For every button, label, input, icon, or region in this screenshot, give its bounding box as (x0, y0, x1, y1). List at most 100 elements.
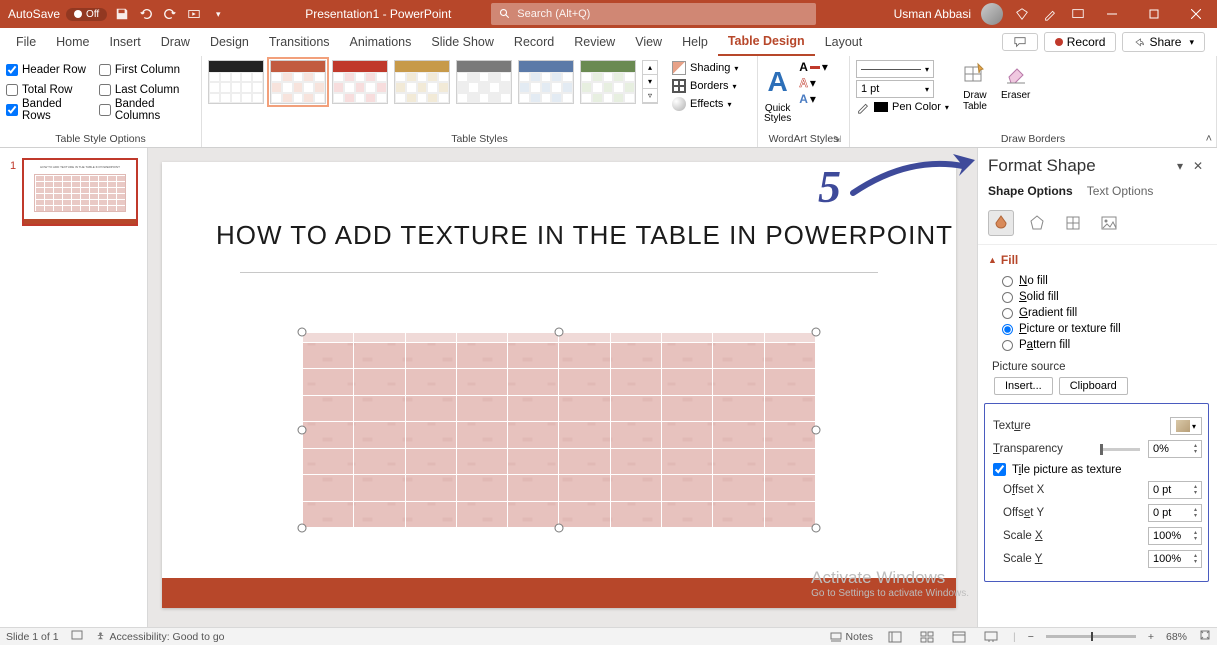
tab-table-design[interactable]: Table Design (718, 28, 815, 56)
zoom-in-button[interactable]: + (1148, 631, 1154, 643)
redo-icon[interactable] (161, 5, 179, 23)
offset-y-input[interactable]: 0 pt▴▾ (1148, 504, 1202, 522)
comments-button[interactable] (1002, 33, 1038, 51)
zoom-slider[interactable] (1046, 635, 1136, 638)
table-style-thumb[interactable] (332, 60, 388, 104)
tab-slideshow[interactable]: Slide Show (421, 28, 504, 56)
pen-weight-dropdown[interactable]: 1 pt▾ (856, 80, 934, 98)
tab-record[interactable]: Record (504, 28, 564, 56)
notes-button[interactable]: Notes (830, 631, 873, 643)
radio-picture-fill[interactable]: Picture or texture fill (988, 321, 1209, 337)
user-name[interactable]: Usman Abbasi (894, 7, 971, 21)
table-style-thumb[interactable] (394, 60, 450, 104)
radio-solid-fill[interactable]: Solid fill (988, 289, 1209, 305)
tab-transitions[interactable]: Transitions (259, 28, 340, 56)
autosave-toggle[interactable]: Off (66, 8, 107, 21)
check-total-row[interactable]: Total Row (6, 80, 87, 100)
radio-pattern-fill[interactable]: Pattern fill (988, 337, 1209, 353)
effects-icon[interactable] (1024, 210, 1050, 236)
resize-handle[interactable] (812, 426, 821, 435)
pane-dropdown-icon[interactable]: ▾ (1171, 157, 1189, 175)
table-styles-scroll[interactable]: ▴▾▿ (642, 60, 658, 104)
resize-handle[interactable] (555, 328, 564, 337)
slide-title[interactable]: HOW TO ADD TEXTURE IN THE TABLE IN POWER… (216, 220, 953, 251)
slide-thumbnail-1[interactable]: 1 HOW TO ADD TEXTURE IN THE TABLE IN POW… (22, 158, 138, 226)
slide-counter[interactable]: Slide 1 of 1 (6, 631, 59, 643)
wordart-dialog-launcher[interactable]: ⇲ (833, 134, 841, 145)
size-properties-icon[interactable] (1060, 210, 1086, 236)
table-style-thumb[interactable] (208, 60, 264, 104)
table-style-thumb[interactable] (580, 60, 636, 104)
tab-help[interactable]: Help (672, 28, 718, 56)
radio-gradient-fill[interactable]: Gradient fill (988, 305, 1209, 321)
selected-table[interactable] (302, 332, 816, 528)
check-banded-rows[interactable]: Banded Rows (6, 100, 87, 120)
diamond-icon[interactable] (1013, 5, 1031, 23)
transparency-input[interactable]: 0%▴▾ (1148, 440, 1202, 458)
maximize-button[interactable] (1133, 0, 1175, 28)
check-banded-columns[interactable]: Banded Columns (99, 100, 195, 120)
fill-section-header[interactable]: ▲Fill (988, 253, 1209, 267)
pen-mode-icon[interactable] (1041, 5, 1059, 23)
offset-x-input[interactable]: 0 pt▴▾ (1148, 481, 1202, 499)
eraser-button[interactable]: Eraser (1001, 60, 1030, 101)
record-button[interactable]: Record (1044, 32, 1117, 52)
quick-styles-button[interactable]: A Quick Styles (764, 60, 791, 124)
draw-table-button[interactable]: Draw Table (961, 60, 989, 112)
scale-x-input[interactable]: 100%▴▾ (1148, 527, 1202, 545)
table-style-thumb[interactable] (456, 60, 512, 104)
search-box[interactable] (491, 3, 816, 25)
pane-close-icon[interactable]: ✕ (1189, 157, 1207, 175)
tab-file[interactable]: File (6, 28, 46, 56)
start-from-beginning-icon[interactable] (185, 5, 203, 23)
effects-button[interactable]: Effects ▾ (670, 96, 740, 112)
normal-view-icon[interactable] (885, 630, 905, 644)
save-icon[interactable] (113, 5, 131, 23)
tab-design[interactable]: Design (200, 28, 259, 56)
tab-animations[interactable]: Animations (340, 28, 422, 56)
resize-handle[interactable] (812, 328, 821, 337)
insert-picture-button[interactable]: Insert... (994, 377, 1053, 395)
search-input[interactable] (517, 8, 808, 20)
text-outline-button[interactable]: A▾ (799, 76, 828, 90)
zoom-out-button[interactable]: − (1028, 631, 1034, 643)
slideshow-view-icon[interactable] (981, 630, 1001, 644)
accessibility-status[interactable]: Accessibility: Good to go (95, 631, 225, 643)
minimize-button[interactable] (1091, 0, 1133, 28)
radio-no-fill[interactable]: No fill (988, 273, 1209, 289)
qat-more-icon[interactable]: ▾ (209, 5, 227, 23)
fit-to-window-icon[interactable] (1199, 629, 1211, 644)
tab-draw[interactable]: Draw (151, 28, 200, 56)
resize-handle[interactable] (555, 524, 564, 533)
tab-layout[interactable]: Layout (815, 28, 873, 56)
resize-handle[interactable] (298, 426, 307, 435)
table-style-thumb[interactable] (518, 60, 574, 104)
resize-handle[interactable] (812, 524, 821, 533)
pen-color-button[interactable]: Pen Color ▾ (856, 100, 949, 114)
resize-handle[interactable] (298, 524, 307, 533)
fill-line-icon[interactable] (988, 210, 1014, 236)
tile-as-texture-checkbox[interactable]: Tile picture as texture (993, 463, 1202, 476)
texture-dropdown[interactable]: ▾ (1170, 417, 1202, 435)
zoom-level[interactable]: 68% (1166, 631, 1187, 643)
user-avatar[interactable] (981, 3, 1003, 25)
resize-handle[interactable] (298, 328, 307, 337)
close-button[interactable] (1175, 0, 1217, 28)
app-window-icon[interactable] (1069, 5, 1087, 23)
check-first-column[interactable]: First Column (99, 60, 195, 80)
tab-view[interactable]: View (625, 28, 672, 56)
text-effects-button[interactable]: A▾ (799, 92, 828, 106)
slide[interactable]: HOW TO ADD TEXTURE IN THE TABLE IN POWER… (162, 162, 956, 608)
undo-icon[interactable] (137, 5, 155, 23)
share-button[interactable]: Share (1122, 32, 1205, 52)
text-options-tab[interactable]: Text Options (1087, 184, 1154, 198)
collapse-ribbon-icon[interactable]: ˄ (1206, 133, 1212, 145)
transparency-slider[interactable] (1100, 448, 1140, 451)
clipboard-button[interactable]: Clipboard (1059, 377, 1128, 395)
tab-home[interactable]: Home (46, 28, 99, 56)
borders-button[interactable]: Borders ▾ (670, 78, 740, 94)
table-style-thumb-selected[interactable] (270, 60, 326, 104)
shape-options-tab[interactable]: Shape Options (988, 184, 1073, 198)
reading-view-icon[interactable] (949, 630, 969, 644)
check-last-column[interactable]: Last Column (99, 80, 195, 100)
